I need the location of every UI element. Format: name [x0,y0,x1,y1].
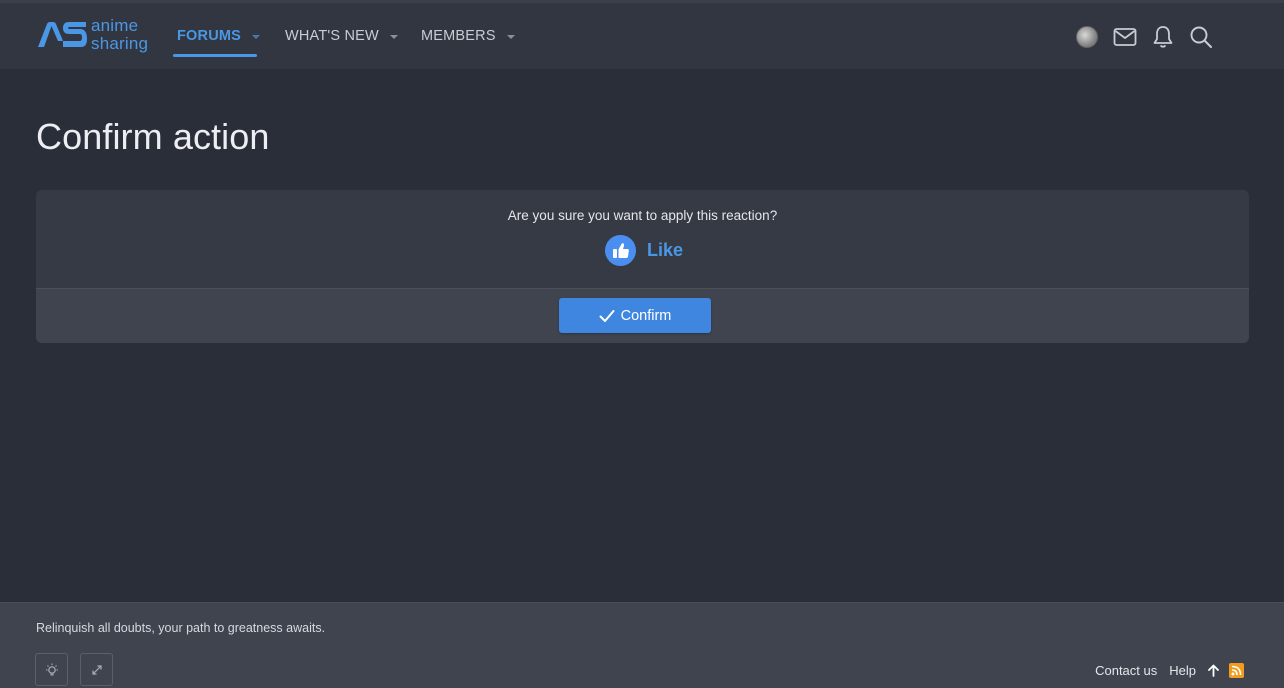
footer-tagline: Relinquish all doubts, your path to grea… [36,621,326,635]
search-icon [1190,26,1212,48]
thumbs-up-icon [605,234,636,266]
chevron-down-icon[interactable] [389,35,398,39]
envelope-icon [1113,28,1137,46]
rss-icon [1231,665,1242,675]
nav-forums[interactable]: FORUMS [177,3,261,69]
logo-word-sharing: sharing [91,34,149,53]
inbox-button[interactable] [1111,23,1139,51]
nav-members[interactable]: MEMBERS [421,3,515,69]
rss-feed-button[interactable] [1229,662,1244,678]
logo-mark-icon [38,22,87,47]
confirm-dialog-footer: Confirm [36,288,1249,343]
confirm-question: Are you sure you want to apply this reac… [507,208,778,223]
nav-whats-new-label: WHAT'S NEW [285,28,379,44]
width-toggle-button[interactable] [80,653,113,686]
reaction-preview: Like [605,234,683,266]
nav-forums-label: FORUMS [177,28,242,44]
confirm-dialog: Are you sure you want to apply this reac… [36,190,1249,343]
site-logo[interactable]: anime sharing [36,17,148,57]
top-navbar: anime sharing FORUMS WHAT'S NEW MEMBERS [0,3,1284,69]
contact-us-link[interactable]: Contact us [1095,663,1157,678]
nav-members-label: MEMBERS [421,28,496,44]
help-link[interactable]: Help [1169,663,1196,678]
chevron-down-icon[interactable] [252,35,261,39]
nav-active-indicator [173,54,257,57]
confirm-dialog-body: Are you sure you want to apply this reac… [36,190,1249,288]
alerts-button[interactable] [1149,23,1177,51]
confirm-button[interactable]: Confirm [559,298,711,333]
style-toggle-button[interactable] [35,653,68,686]
confirm-button-label: Confirm [620,307,672,324]
arrow-up-icon [1208,664,1219,677]
page-footer: Relinquish all doubts, your path to grea… [0,602,1284,688]
account-button[interactable] [1073,23,1101,51]
expand-icon [91,664,102,675]
back-to-top-button[interactable] [1208,664,1219,677]
logo-word-anime: anime [91,16,139,35]
reaction-label: Like [647,239,684,260]
chevron-down-icon[interactable] [506,35,515,39]
page-title: Confirm action [36,116,270,157]
nav-whats-new[interactable]: WHAT'S NEW [285,3,398,69]
search-button[interactable] [1187,23,1215,51]
checkmark-icon [599,309,615,322]
avatar [1076,26,1098,48]
lightbulb-icon [45,663,58,675]
footer-links: Contact us Help [1083,661,1244,679]
logo-wordmark: anime sharing [91,17,148,52]
bell-icon [1153,26,1173,48]
